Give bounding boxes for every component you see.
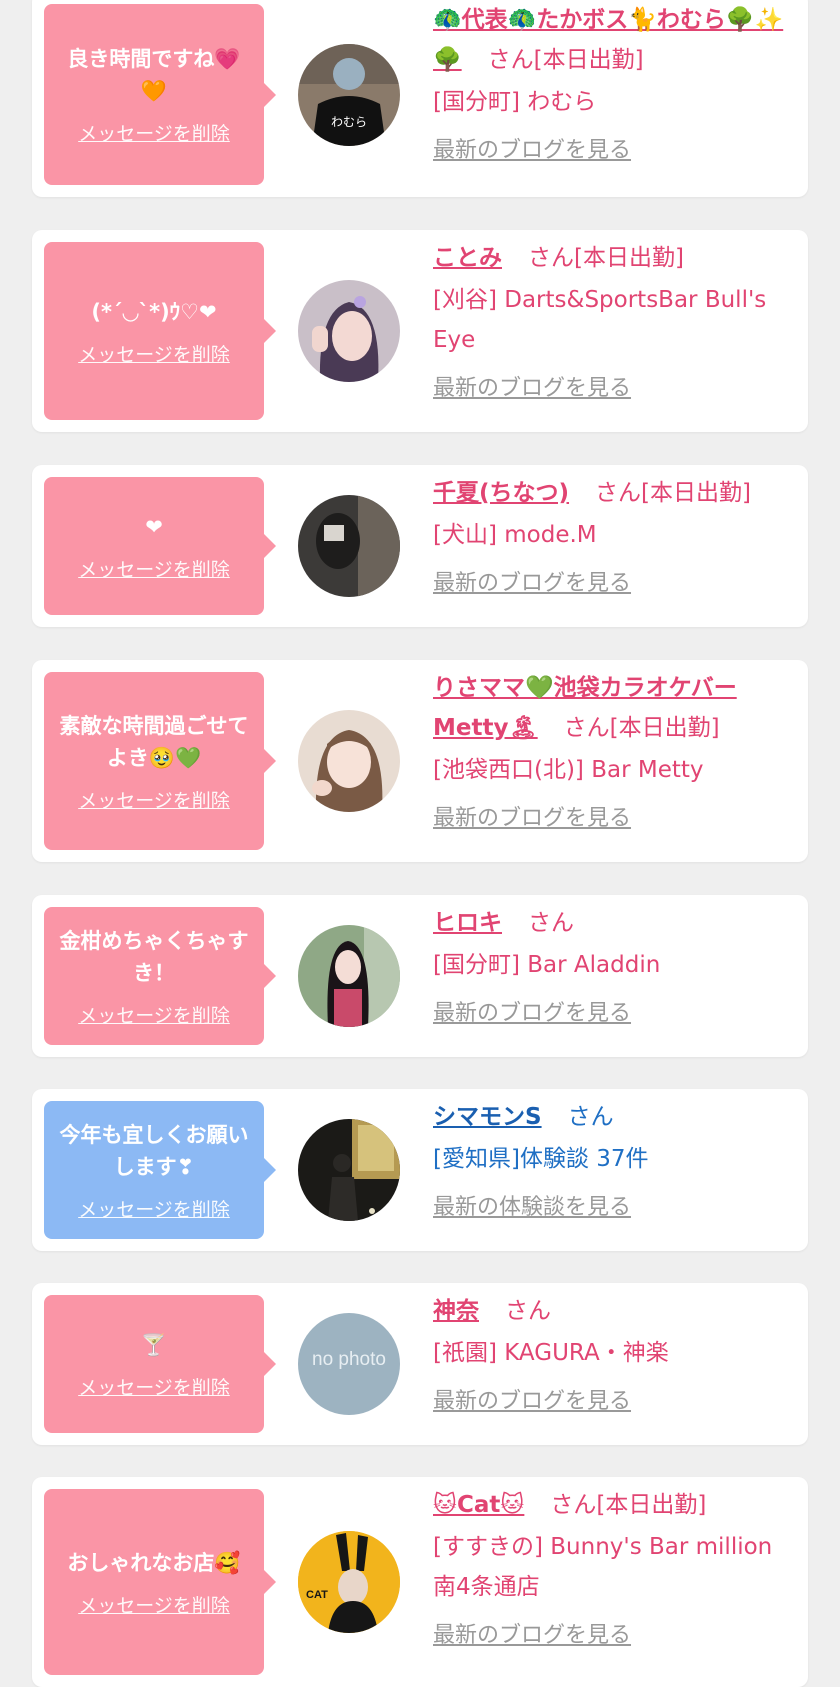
boss-jacket-photo: わむら bbox=[298, 43, 400, 146]
message-text: 良き時間ですね💗🧡 bbox=[67, 47, 241, 103]
svg-text:わむら: わむら bbox=[331, 115, 367, 129]
member-suffix: さん[本日出勤] bbox=[528, 245, 684, 271]
avatar[interactable]: CAT bbox=[298, 1531, 400, 1633]
delete-message-link[interactable]: メッセージを削除 bbox=[78, 786, 230, 813]
bunny-bar-magazine-photo bbox=[298, 1531, 400, 1633]
latest-blog-link[interactable]: 最新のブログを見る bbox=[433, 374, 794, 404]
message-bubble: おしゃれなお店🥰 メッセージを削除 bbox=[44, 1489, 276, 1675]
message-text: 🍸 bbox=[140, 1332, 168, 1357]
delete-message-link[interactable]: メッセージを削除 bbox=[78, 1195, 230, 1222]
message-card: (*´◡`*)ｳ♡❤ メッセージを削除 ことみ さん[本日出勤] [刈谷] Dar… bbox=[32, 230, 808, 432]
message-bubble: 素敵な時間過ごせてよき🥹💚 メッセージを削除 bbox=[44, 672, 276, 850]
magazine-cover-text: CAT bbox=[306, 1589, 328, 1601]
shop-name: [祇園] KAGURA・神楽 bbox=[433, 1340, 669, 1366]
name-line: 千夏(ちなつ) さん[本日出勤] bbox=[433, 473, 794, 513]
avatar[interactable] bbox=[298, 280, 400, 382]
member-name-link[interactable]: 千夏(ちなつ) bbox=[433, 480, 569, 506]
no-photo-placeholder: no photo bbox=[312, 1349, 386, 1370]
message-card: おしゃれなお店🥰 メッセージを削除 CAT 🐱Cat🐱 さん[本日出勤] [すすき… bbox=[32, 1477, 808, 1687]
message-text: (*´◡`*)ｳ♡❤ bbox=[91, 299, 217, 324]
latest-blog-link[interactable]: 最新のブログを見る bbox=[433, 136, 794, 166]
message-bubble: 🍸 メッセージを削除 bbox=[44, 1295, 276, 1433]
name-line: 🦚代表🦚たかボス🐈わむら🌳✨🌳 さん[本日出勤] bbox=[433, 0, 794, 80]
delete-message-link[interactable]: メッセージを削除 bbox=[78, 1001, 230, 1028]
delete-message-link[interactable]: メッセージを削除 bbox=[78, 119, 230, 146]
latest-blog-link[interactable]: 最新のブログを見る bbox=[433, 999, 794, 1029]
name-line: ヒロキ さん bbox=[433, 903, 794, 943]
night-silhouette-photo bbox=[298, 1119, 400, 1221]
shop-name: [国分町] わむら bbox=[433, 89, 597, 115]
member-suffix: さん bbox=[505, 1298, 551, 1324]
latest-blog-link[interactable]: 最新のブログを見る bbox=[433, 1621, 794, 1651]
message-bubble: 良き時間ですね💗🧡 メッセージを削除 bbox=[44, 4, 276, 185]
latest-blog-link[interactable]: 最新のブログを見る bbox=[433, 804, 794, 834]
message-text: 金柑めちゃくちゃすき！ bbox=[59, 928, 249, 985]
member-suffix: さん bbox=[528, 910, 574, 936]
message-card: 素敵な時間過ごせてよき🥹💚 メッセージを削除 りさママ💚池袋カラオケバーMett… bbox=[32, 660, 808, 862]
avatar[interactable] bbox=[298, 495, 400, 597]
smiling-girl-photo bbox=[298, 710, 400, 812]
girl-outdoor-photo bbox=[298, 925, 400, 1027]
shop-name: [犬山] mode.M bbox=[433, 522, 597, 548]
delete-message-link[interactable]: メッセージを削除 bbox=[78, 555, 230, 582]
girl-peace-sign-photo bbox=[298, 280, 400, 382]
dark-room-photo bbox=[298, 495, 400, 597]
member-name-link[interactable]: ことみ bbox=[433, 245, 502, 271]
message-card: ❤ メッセージを削除 千夏(ちなつ) さん[本日出勤] [犬山] mode.M 最… bbox=[32, 465, 808, 627]
avatar[interactable] bbox=[298, 1119, 400, 1221]
member-suffix: さん bbox=[567, 1104, 614, 1130]
name-line: 🐱Cat🐱 さん[本日出勤] bbox=[433, 1485, 794, 1525]
message-text: 素敵な時間過ごせてよき🥹💚 bbox=[59, 713, 249, 770]
latest-blog-link[interactable]: 最新のブログを見る bbox=[433, 1387, 794, 1417]
name-line: ことみ さん[本日出勤] bbox=[433, 238, 794, 278]
latest-blog-link[interactable]: 最新のブログを見る bbox=[433, 569, 794, 599]
message-bubble: 金柑めちゃくちゃすき！ メッセージを削除 bbox=[44, 907, 276, 1045]
delete-message-link[interactable]: メッセージを削除 bbox=[78, 340, 230, 367]
member-suffix: さん[本日出勤] bbox=[563, 715, 720, 741]
member-name-link[interactable]: 神奈 bbox=[433, 1298, 479, 1324]
latest-review-link[interactable]: 最新の体験談を見る bbox=[433, 1193, 794, 1223]
shop-name: [池袋西口(北)] Bar Metty bbox=[433, 757, 704, 783]
avatar[interactable] bbox=[298, 925, 400, 1027]
message-bubble: (*´◡`*)ｳ♡❤ メッセージを削除 bbox=[44, 242, 276, 420]
shop-name: [刈谷] Darts&SportsBar Bull's Eye bbox=[433, 287, 767, 353]
message-text: 今年も宜しくお願いします❣ bbox=[59, 1122, 249, 1179]
message-card: 良き時間ですね💗🧡 メッセージを削除 わむら 🦚代表🦚たかボス🐈わむら🌳✨🌳 さん… bbox=[32, 0, 808, 197]
shop-name: [すすきの] Bunny's Bar million 南4条通店 bbox=[433, 1534, 773, 1600]
name-line: シマモンS さん bbox=[433, 1097, 794, 1137]
message-text: ❤ bbox=[145, 514, 163, 539]
member-suffix: さん[本日出勤] bbox=[595, 480, 751, 506]
avatar[interactable]: no photo bbox=[298, 1313, 400, 1415]
member-name-link[interactable]: ヒロキ bbox=[433, 910, 502, 936]
message-bubble: ❤ メッセージを削除 bbox=[44, 477, 276, 615]
avatar[interactable]: わむら bbox=[298, 43, 400, 146]
message-bubble: 今年も宜しくお願いします❣ メッセージを削除 bbox=[44, 1101, 276, 1239]
shop-name: [国分町] Bar Aladdin bbox=[433, 952, 661, 978]
member-name-link[interactable]: シマモンS bbox=[433, 1104, 542, 1130]
delete-message-link[interactable]: メッセージを削除 bbox=[78, 1591, 230, 1618]
name-line: りさママ💚池袋カラオケバーMetty🏝 さん[本日出勤] bbox=[433, 668, 794, 748]
message-card: 今年も宜しくお願いします❣ メッセージを削除 シマモンS さん [愛知県]体験談 … bbox=[32, 1089, 808, 1251]
delete-message-link[interactable]: メッセージを削除 bbox=[78, 1373, 230, 1400]
member-name-link[interactable]: 🐱Cat🐱 bbox=[433, 1492, 524, 1518]
message-text: おしゃれなお店🥰 bbox=[67, 1550, 241, 1575]
message-card: 金柑めちゃくちゃすき！ メッセージを削除 ヒロキ さん [国分町] Bar Ala… bbox=[32, 895, 808, 1057]
avatar[interactable] bbox=[298, 710, 400, 812]
member-suffix: さん[本日出勤] bbox=[487, 47, 644, 73]
member-suffix: さん[本日出勤] bbox=[550, 1492, 707, 1518]
message-card: 🍸 メッセージを削除 no photo 神奈 さん [祇園] KAGURA・神楽 … bbox=[32, 1283, 808, 1445]
shop-name: [愛知県]体験談 37件 bbox=[433, 1146, 649, 1172]
name-line: 神奈 さん bbox=[433, 1291, 794, 1331]
